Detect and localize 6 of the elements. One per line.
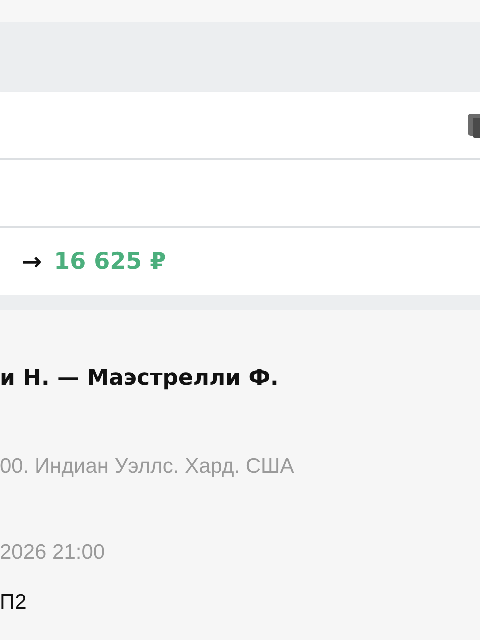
arrow-icon: → bbox=[22, 248, 42, 276]
event-title: и Н. — Маэстрелли Ф. bbox=[0, 366, 280, 391]
event-date: 2026 21:00 bbox=[0, 541, 106, 565]
outcome-text: П2 bbox=[0, 591, 28, 615]
new-amount: 16 625 ₽ bbox=[54, 248, 166, 274]
tournament-text: 00. Индиан Уэллс. Хард. США bbox=[0, 455, 296, 479]
